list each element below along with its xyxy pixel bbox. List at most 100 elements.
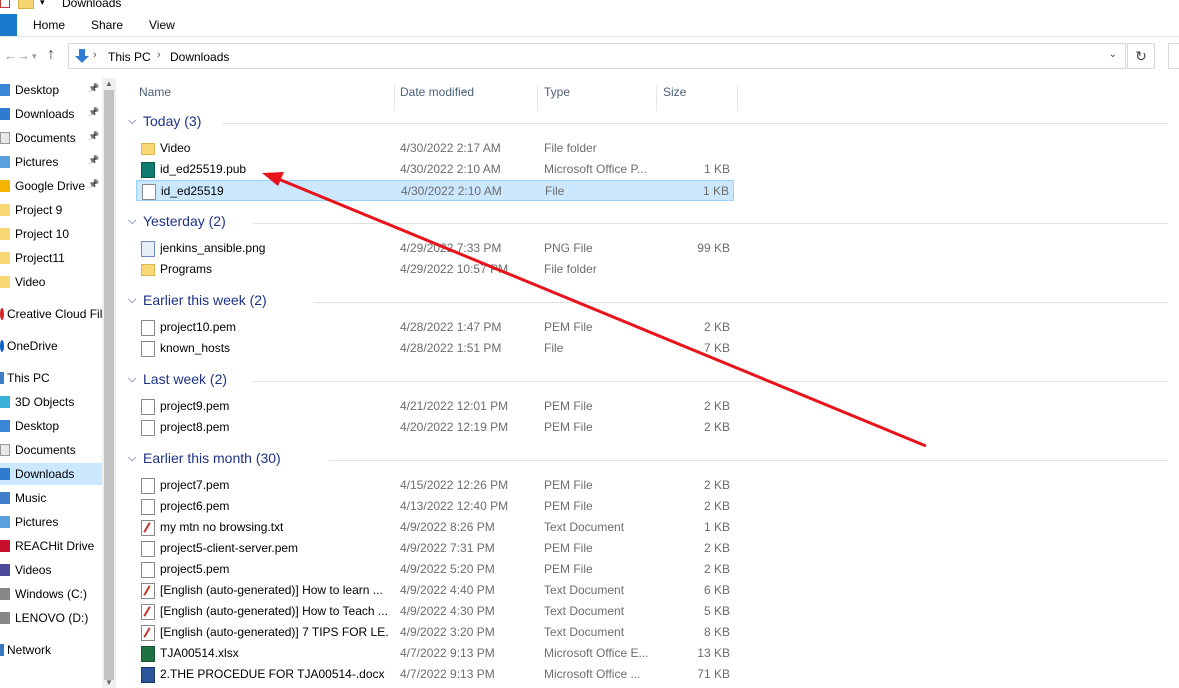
column-headers: Name ⌄ Date modified Type Size <box>118 78 738 111</box>
back-arrow-icon[interactable]: ← <box>4 48 17 63</box>
sidebar-item-video[interactable]: Video <box>0 271 102 293</box>
file-name: jenkins_ansible.png <box>160 241 266 255</box>
sidebar-item-pictures[interactable]: Pictures 📌 <box>0 151 102 173</box>
file-type: PEM File <box>544 320 593 334</box>
file-row[interactable]: id_ed25519.pub 4/30/2022 2:10 AM Microsoft… <box>136 159 734 180</box>
sidebar-item-desktop[interactable]: Desktop 📌 <box>0 79 102 101</box>
file-row[interactable]: project6.pem 4/13/2022 12:40 PM PEM File 2 … <box>136 496 734 517</box>
music-icon <box>0 492 10 504</box>
file-row[interactable]: [English (auto-generated)] How to learn … <box>136 580 734 601</box>
chevron-down-icon[interactable]: ⌵ <box>128 294 136 307</box>
file-row[interactable]: project9.pem 4/21/2022 12:01 PM PEM File 2 … <box>136 396 734 417</box>
file-row[interactable]: [English (auto-generated)] 7 TIPS FOR LE… <box>136 622 734 643</box>
group-title: Today (3) <box>143 113 202 129</box>
address-dropdown-icon[interactable]: ⌄ <box>1109 49 1117 60</box>
chevron-down-icon[interactable]: ⌵ <box>128 373 136 386</box>
pin-icon: 📌 <box>88 155 100 165</box>
txt-file-icon <box>141 604 155 620</box>
column-type[interactable]: Type <box>544 85 570 99</box>
forward-arrow-icon[interactable]: → <box>17 48 30 63</box>
breadcrumb-downloads[interactable]: Downloads <box>170 50 229 64</box>
column-size[interactable]: Size <box>663 85 686 99</box>
navigation-scrollbar-thumb[interactable] <box>104 90 114 680</box>
file-date-modified: 4/9/2022 5:20 PM <box>400 562 495 576</box>
file-row[interactable]: known_hosts 4/28/2022 1:51 PM File 7 KB <box>136 338 734 359</box>
sidebar-item-desktop[interactable]: Desktop <box>0 415 102 437</box>
chevron-down-icon[interactable]: ⌵ <box>128 452 136 465</box>
checkbox-icon[interactable] <box>0 0 10 8</box>
refresh-button[interactable]: ↻ <box>1127 43 1155 69</box>
up-arrow-icon[interactable]: ↑ <box>47 46 55 64</box>
sidebar-item-label: Project 9 <box>15 203 63 217</box>
breadcrumb-chevron-icon[interactable]: › <box>93 49 97 61</box>
tab-share[interactable]: Share <box>91 18 123 32</box>
file-row[interactable]: 2.THE PROCEDUE FOR TJA00514-.docx 4/7/202… <box>136 664 734 685</box>
scroll-down-icon[interactable]: ▼ <box>105 678 113 687</box>
file-type: PEM File <box>544 420 593 434</box>
file-row[interactable]: id_ed25519 4/30/2022 2:10 AM File 1 KB <box>136 180 734 201</box>
sidebar-item-3d-objects[interactable]: 3D Objects <box>0 391 102 413</box>
pin-icon: 📌 <box>88 179 100 189</box>
file-row[interactable]: project7.pem 4/15/2022 12:26 PM PEM File 2 … <box>136 475 734 496</box>
sidebar-item-network[interactable]: Network <box>0 639 102 661</box>
file-row[interactable]: TJA00514.xlsx 4/7/2022 9:13 PM Microsoft O… <box>136 643 734 664</box>
scroll-up-icon[interactable]: ▲ <box>105 79 113 88</box>
network-icon <box>0 644 4 656</box>
chevron-down-icon[interactable]: ⌵ <box>128 115 136 128</box>
column-name[interactable]: Name <box>139 85 171 99</box>
sidebar-item-google-drive[interactable]: Google Drive 📌 <box>0 175 102 197</box>
group-header[interactable]: ⌵ Today (3) <box>128 112 1168 134</box>
sidebar-item-pictures[interactable]: Pictures <box>0 511 102 533</box>
sidebar-item-project11[interactable]: Project11 <box>0 247 102 269</box>
group-header[interactable]: ⌵ Yesterday (2) <box>128 212 1168 234</box>
sidebar-item-onedrive[interactable]: OneDrive <box>0 335 102 357</box>
sidebar-item-downloads[interactable]: Downloads 📌 <box>0 103 102 125</box>
sidebar-item-music[interactable]: Music <box>0 487 102 509</box>
breadcrumb-this-pc[interactable]: This PC <box>108 50 151 64</box>
file-row[interactable]: project10.pem 4/28/2022 1:47 PM PEM File 2 … <box>136 317 734 338</box>
sidebar-item-documents[interactable]: Documents <box>0 439 102 461</box>
sidebar-item-reachit-drive[interactable]: REACHit Drive <box>0 535 102 557</box>
tab-home[interactable]: Home <box>33 18 65 32</box>
pictures-icon <box>0 516 10 528</box>
sidebar-item-label: Windows (C:) <box>15 587 88 601</box>
sidebar-item-videos[interactable]: Videos <box>0 559 102 581</box>
chevron-down-icon[interactable]: ⌵ <box>128 215 136 228</box>
sidebar-item-project-9[interactable]: Project 9 <box>0 199 102 221</box>
quick-access-dropdown-icon[interactable]: ▾ <box>40 0 45 8</box>
sidebar-item-lenovo-d[interactable]: LENOVO (D:) <box>0 607 102 629</box>
file-name: project9.pem <box>160 399 230 413</box>
column-date-modified[interactable]: Date modified <box>400 85 474 99</box>
sidebar-item-downloads[interactable]: Downloads <box>0 463 102 485</box>
folder-icon <box>0 228 10 240</box>
tab-view[interactable]: View <box>149 18 175 32</box>
file-tab[interactable] <box>0 14 17 36</box>
file-row[interactable]: project8.pem 4/20/2022 12:19 PM PEM File 2 … <box>136 417 734 438</box>
file-row[interactable]: project5.pem 4/9/2022 5:20 PM PEM File 2 KB <box>136 559 734 580</box>
group-header[interactable]: ⌵ Earlier this week (2) <box>128 291 1168 313</box>
folder-icon[interactable] <box>18 0 34 9</box>
file-size: 2 KB <box>703 478 730 492</box>
file-type: PEM File <box>544 478 593 492</box>
file-row[interactable]: Video 4/30/2022 2:17 AM File folder <box>136 138 734 159</box>
recent-locations-icon[interactable]: ▾ <box>32 51 37 62</box>
file-row[interactable]: [English (auto-generated)] How to Teach … <box>136 601 734 622</box>
file-size: 1 KB <box>703 162 730 176</box>
group-header[interactable]: ⌵ Last week (2) <box>128 370 1168 392</box>
documents-icon <box>0 132 10 144</box>
sidebar-item-creative-cloud-fil[interactable]: Creative Cloud Fil <box>0 303 102 325</box>
file-type: PEM File <box>544 562 593 576</box>
group-header[interactable]: ⌵ Earlier this month (30) <box>128 449 1168 471</box>
sidebar-item-documents[interactable]: Documents 📌 <box>0 127 102 149</box>
address-bar[interactable]: › This PC › Downloads ⌄ <box>68 43 1126 69</box>
search-box[interactable] <box>1168 43 1179 69</box>
file-name: project7.pem <box>160 478 230 492</box>
sidebar-item-windows-c[interactable]: Windows (C:) <box>0 583 102 605</box>
file-row[interactable]: Programs 4/29/2022 10:57 PM File folder <box>136 259 734 280</box>
file-row[interactable]: my mtn no browsing.txt 4/9/2022 8:26 PM Te… <box>136 517 734 538</box>
sidebar-item-this-pc[interactable]: This PC <box>0 367 102 389</box>
file-row[interactable]: jenkins_ansible.png 4/29/2022 7:33 PM PNG … <box>136 238 734 259</box>
breadcrumb-chevron-icon[interactable]: › <box>157 49 161 61</box>
file-row[interactable]: project5-client-server.pem 4/9/2022 7:31 … <box>136 538 734 559</box>
sidebar-item-project-10[interactable]: Project 10 <box>0 223 102 245</box>
